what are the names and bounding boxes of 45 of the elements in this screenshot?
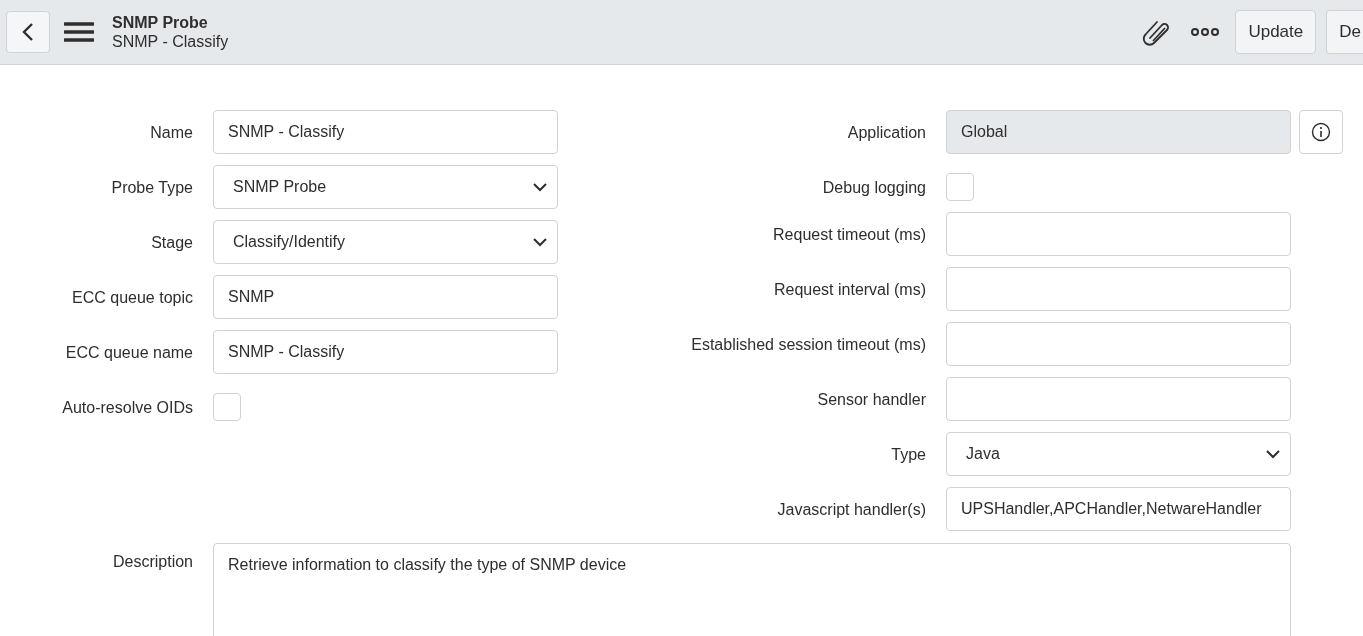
select-field[interactable]: Java (946, 432, 1291, 476)
field-label: Name (149, 123, 193, 143)
chevron-down-icon (533, 182, 547, 192)
text-field[interactable] (946, 322, 1291, 366)
chevron-down-icon (1266, 449, 1280, 459)
text-field[interactable] (946, 377, 1291, 421)
field-label: Request interval (ms) (772, 280, 926, 300)
menu-button[interactable] (64, 21, 94, 43)
menu-icon (64, 21, 94, 43)
record-subtitle: SNMP - Classify (112, 32, 229, 51)
field-label: ECC queue name (64, 343, 193, 363)
header-button[interactable]: De (1326, 10, 1363, 54)
back-button[interactable] (6, 11, 50, 53)
text-field[interactable] (946, 212, 1291, 256)
field-label: Stage (150, 233, 193, 253)
field-label: Auto-resolve OIDs (61, 398, 193, 418)
more-icon (1191, 27, 1220, 37)
record-title: SNMP Probe (112, 13, 209, 32)
text-field[interactable]: UPSHandler,APCHandler,NetwareHandler (946, 487, 1291, 531)
field-label: Type (890, 445, 926, 465)
select-field[interactable]: SNMP Probe (213, 165, 558, 209)
readonly-field: Global (946, 110, 1291, 154)
text-field[interactable]: SNMP (213, 275, 558, 319)
description-field[interactable]: Retrieve information to classify the type of SNMP device (213, 543, 1291, 636)
select-field[interactable]: Classify/Identify (213, 220, 558, 264)
field-label: Debug logging (821, 178, 926, 198)
field-label: Request timeout (ms) (772, 225, 926, 245)
chevron-down-icon (533, 237, 547, 247)
text-field[interactable] (946, 267, 1291, 311)
more-options-button[interactable] (1191, 27, 1220, 37)
field-label: Description (111, 552, 193, 572)
header-button[interactable]: Update (1235, 10, 1317, 54)
checkbox[interactable] (213, 393, 241, 421)
field-label: ECC queue topic (71, 288, 193, 308)
field-label: Probe Type (110, 178, 193, 198)
info-icon (1311, 122, 1331, 142)
field-label: Established session timeout (ms) (690, 335, 926, 355)
field-label: Sensor handler (816, 390, 926, 410)
text-field[interactable]: SNMP - Classify (213, 110, 558, 154)
back-icon (22, 22, 34, 42)
checkbox[interactable] (946, 173, 974, 201)
info-button[interactable] (1299, 110, 1343, 154)
field-label: Application (846, 123, 926, 143)
text-field[interactable]: SNMP - Classify (213, 330, 558, 374)
field-label: Javascript handler(s) (776, 500, 926, 520)
